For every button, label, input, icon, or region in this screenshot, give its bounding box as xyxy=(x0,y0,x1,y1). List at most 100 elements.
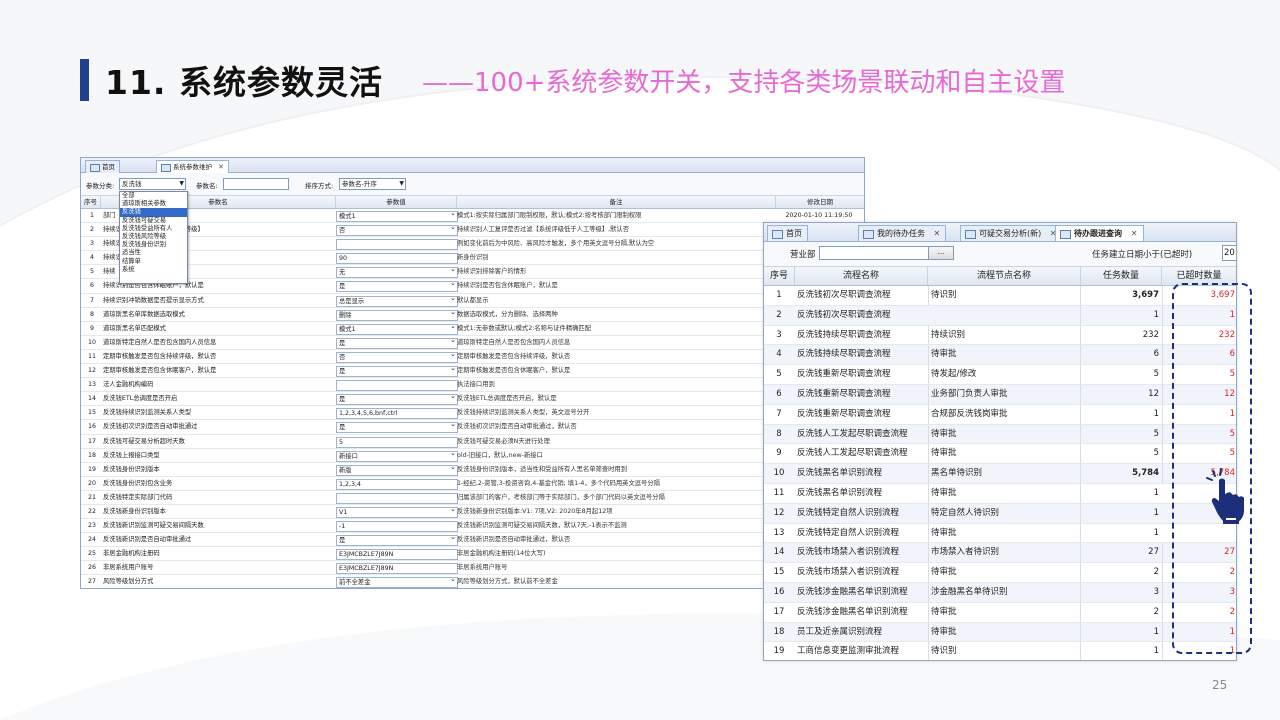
table-row[interactable]: 5 反洗钱重新尽职调查流程 待发起/修改 5 5 xyxy=(764,365,1236,385)
table-row[interactable]: 12定期审核触发是否包含休眠客户，默认是是定期审核触发是否包含休眠客户，默认是 xyxy=(81,364,864,379)
param-note-cell: 反洗钱新身份识别版本:V1: 7项,V2: 2020年8月起12项 xyxy=(457,507,613,515)
param-note-cell: 非居金融机构注册码(14位大写) xyxy=(457,550,546,558)
table-row[interactable]: 14 反洗钱ETL总调度是否开启 是反洗钱ETL总调度是否开启，默认是 xyxy=(81,392,864,407)
table-row[interactable]: 16 反洗钱初次识别是否自动审批通过 是反洗钱初次识别是否自动审批通过，默认否 xyxy=(81,420,864,435)
table-row[interactable]: 10道琼斯特定自然人是否包含国内人员信息是道琼斯特定自然人是否包含国内人员信息 xyxy=(81,336,864,350)
param-value-input[interactable]: E3JMCBZLE7J89N xyxy=(336,563,458,575)
param-value-input[interactable] xyxy=(336,492,458,504)
param-name-input[interactable] xyxy=(223,178,289,190)
param-value-select[interactable]: 是 xyxy=(336,394,458,406)
table-row[interactable]: 21 反洗钱特定实际部门代码 归属该部门的客户，考核部门等于实际部门，多个部门代码以… xyxy=(81,491,864,505)
dropdown-option[interactable]: 系统 xyxy=(120,266,187,274)
param-value-select[interactable]: 无 xyxy=(336,267,458,279)
param-value-input[interactable]: E3JMCBZLE7J89N xyxy=(336,549,458,561)
param-value-select[interactable]: 是 xyxy=(336,535,458,547)
tab-home[interactable]: 首页 xyxy=(767,225,808,241)
table-row[interactable]: 15 反洗钱持续识别监测关系人类型 1,2,3,4,5,6,bnf,ctrl 反洗钱持… xyxy=(81,406,864,421)
table-row[interactable]: 4 反洗钱持续尽职调查流程 待审批 6 6 xyxy=(764,345,1236,366)
table-row[interactable]: 3 反洗钱持续尽职调查流程 持续识别 232 232 xyxy=(764,325,1236,346)
param-value-input[interactable] xyxy=(336,380,458,392)
dropdown-option[interactable]: 反洗钱风险等级 xyxy=(120,233,187,241)
table-row[interactable]: 1 反洗钱初次尽职调查流程 待识别 3,697 3,697 xyxy=(764,286,1236,306)
param-value-input[interactable]: 1,2,3,4 xyxy=(336,478,458,490)
table-row[interactable]: 18 反洗钱上报接口类型 新接口old-旧接口，默认,new-新接口 xyxy=(81,449,864,463)
table-row[interactable]: 4 持续识别 90 新身份识别 xyxy=(81,251,864,266)
param-value-select[interactable]: 是 xyxy=(336,366,458,378)
table-row[interactable]: 1部门模式1模式1:按实际归属部门限制权限，默认;模式2:按考核部门限制权限20… xyxy=(81,209,864,224)
table-row[interactable]: 7 持续识别冲销数据是否提示显示方式 总是显示默认都显示 xyxy=(81,294,864,308)
table-row[interactable]: 25 非居金融机构注册码 E3JMCBZLE7J89N 非居金融机构注册码(14位大写… xyxy=(81,547,864,562)
close-icon[interactable]: ✕ xyxy=(1131,229,1138,238)
table-row[interactable]: 20 反洗钱身份识别包含业务 1,2,3,4 1-经纪,2-资管,3-投资咨询,4-基… xyxy=(81,477,864,491)
param-value-select[interactable]: 新接口 xyxy=(336,450,458,462)
table-row[interactable]: 26 非居系统用户账号 E3JMCBZLE7J89N 非居系统用户账号 xyxy=(81,561,864,576)
dropdown-option[interactable]: 反洗钱可疑交易 xyxy=(120,217,187,225)
dept-picker-button[interactable]: ... xyxy=(928,246,954,260)
dropdown-option[interactable]: 反洗钱 xyxy=(120,208,187,217)
param-value-select[interactable]: 否 xyxy=(336,225,458,237)
tab-todo-followup[interactable]: 待办跟进查询 ✕ xyxy=(1055,225,1144,241)
tab-home[interactable]: 首页 xyxy=(85,160,120,173)
table-row[interactable]: 19 工商信息变更监测审批流程 待识别 1 1 xyxy=(764,642,1236,660)
param-value-select[interactable]: V1 xyxy=(336,506,458,518)
table-row[interactable]: 23 反洗钱新识别监测可疑交易间隔天数 -1 反洗钱新识别监测可疑交易间隔天数，默认7… xyxy=(81,519,864,534)
table-row[interactable]: 24 反洗钱新识别是否自动审批通过 是反洗钱新识别是否自动审批通过，默认否 xyxy=(81,533,864,548)
table-row[interactable]: 6 反洗钱重新尽职调查流程 业务部门负责人审批 12 12 xyxy=(764,384,1236,405)
sort-select[interactable]: 参数名-升序 ▼ xyxy=(339,178,406,190)
param-value-select[interactable]: 是 xyxy=(336,422,458,434)
tab-my-tasks[interactable]: 我的待办任务 ✕ xyxy=(858,225,947,241)
dropdown-option[interactable]: 全部 xyxy=(120,192,187,200)
table-row[interactable]: 13 反洗钱特定自然人识别流程 待审批 1 xyxy=(764,523,1236,544)
param-value-input[interactable]: 1,2,3,4,5,6,bnf,ctrl xyxy=(336,408,458,420)
table-row[interactable]: 18 员工及近亲属识别流程 待审批 1 1 xyxy=(764,622,1236,643)
param-value-select[interactable]: 模式1 xyxy=(336,211,458,222)
table-row[interactable]: 7 反洗钱重新尽职调查流程 合规部反洗钱岗审批 1 1 xyxy=(764,404,1236,425)
param-value-select[interactable]: 前不全差金 xyxy=(336,577,458,588)
param-value-select[interactable]: 新版 xyxy=(336,464,458,476)
table-row[interactable]: 9 反洗钱人工发起尽职调查流程 待审批 5 5 xyxy=(764,444,1236,465)
table-row[interactable]: 2 反洗钱初次尽职调查流程 1 1 xyxy=(764,305,1236,326)
dropdown-option[interactable]: 适当性 xyxy=(120,249,187,257)
table-row[interactable]: 8 道琼斯黑名单库数据选取模式 删除数据选取模式，分为删除、选择两种 xyxy=(81,308,864,322)
table-row[interactable]: 10 反洗钱黑名单识别流程 黑名单待识别 5,784 5,784 xyxy=(764,464,1236,484)
table-row[interactable]: 22 反洗钱新身份识别版本 V1反洗钱新身份识别版本:V1: 7项,V2: 2020… xyxy=(81,505,864,520)
table-row[interactable]: 11 反洗钱黑名单识别流程 待审批 1 xyxy=(764,483,1236,504)
table-row[interactable]: 13 法人金融机构编码 执法接口用到 xyxy=(81,378,864,393)
row-number: 20 xyxy=(87,479,96,487)
table-row[interactable]: 5持续无持续识别排除客户的情形 xyxy=(81,265,864,280)
param-value-input[interactable]: 90 xyxy=(336,253,458,265)
date-input[interactable]: 20 xyxy=(1222,245,1236,261)
param-value-select[interactable]: 是 xyxy=(336,281,458,293)
row-number: 25 xyxy=(87,550,96,558)
param-value-input[interactable]: -1 xyxy=(336,521,458,533)
dept-input[interactable] xyxy=(819,246,929,260)
table-row[interactable]: 15 反洗钱市场禁入者识别流程 待审批 2 2 xyxy=(764,563,1236,583)
table-row[interactable]: 17 反洗钱涉金融黑名单识别流程 待审批 2 2 xyxy=(764,602,1236,623)
table-row[interactable]: 3持续识别风险等级例如变化前后为中风险、高风险才触发，多个用英文逗号分隔,默认为… xyxy=(81,237,864,252)
dropdown-option[interactable]: 结算单 xyxy=(120,258,187,266)
table-row[interactable]: 14 反洗钱市场禁入者识别流程 市场禁入者待识别 27 27 xyxy=(764,543,1236,564)
category-select[interactable]: 反洗钱 ▼ xyxy=(119,178,186,190)
table-row[interactable]: 27 风险等级划分方式 前不全差金风险等级划分方式，默认前不全差金 xyxy=(81,575,864,588)
tab-param-maintenance[interactable]: 系统参数维护 ✕ xyxy=(156,160,229,173)
param-value-select[interactable]: 否 xyxy=(336,351,458,363)
param-value-input[interactable]: 5 xyxy=(336,436,458,448)
table-row[interactable]: 9 道琼斯黑名单匹配模式 模式1模式1:无参数或默认;模式2:名称与证件精确匹配 xyxy=(81,322,864,336)
table-row[interactable]: 16 反洗钱涉金融黑名单识别流程 涉金融黑名单待识别 3 3 xyxy=(764,582,1236,603)
table-row[interactable]: 11定期审核触发是否包含持续评级，默认否否定期审核触发是否包含持续评级，默认否 xyxy=(81,350,864,365)
dropdown-option[interactable]: 反洗钱受益所有人 xyxy=(120,225,187,233)
table-row[interactable]: 6持续识别是否包含休眠账户，默认是是持续识别是否包含休眠账户，默认是 xyxy=(81,279,864,294)
param-value-input[interactable] xyxy=(336,239,458,251)
close-icon[interactable]: ✕ xyxy=(218,163,224,171)
table-row[interactable]: 19 反洗钱身份识别版本 新版反洗钱身份识别版本，适当性和受益所有人黑名单筛查时用到 xyxy=(81,463,864,477)
table-row[interactable]: 17 反洗钱可疑交易分析超时天数 5 反洗钱可疑交易必须N天进行处理 xyxy=(81,435,864,449)
param-value-select[interactable]: 总是显示 xyxy=(336,295,458,307)
param-value-select[interactable]: 删除 xyxy=(336,309,458,321)
param-value-select[interactable]: 模式1 xyxy=(336,323,458,335)
param-value-select[interactable]: 是 xyxy=(336,337,458,349)
close-icon[interactable]: ✕ xyxy=(934,229,941,238)
tab-suspicious-analysis[interactable]: 可疑交易分析(新) ✕ xyxy=(960,225,1063,241)
table-row[interactable]: 12 反洗钱特定自然人识别流程 特定自然人待识别 1 xyxy=(764,503,1236,524)
table-row[interactable]: 2持续识别【系统评级低于人工等级】否持续识别人工复评是否过滤【系统评级低于人工等… xyxy=(81,223,864,238)
table-row[interactable]: 8 反洗钱人工发起尽职调查流程 待审批 5 5 xyxy=(764,424,1236,445)
